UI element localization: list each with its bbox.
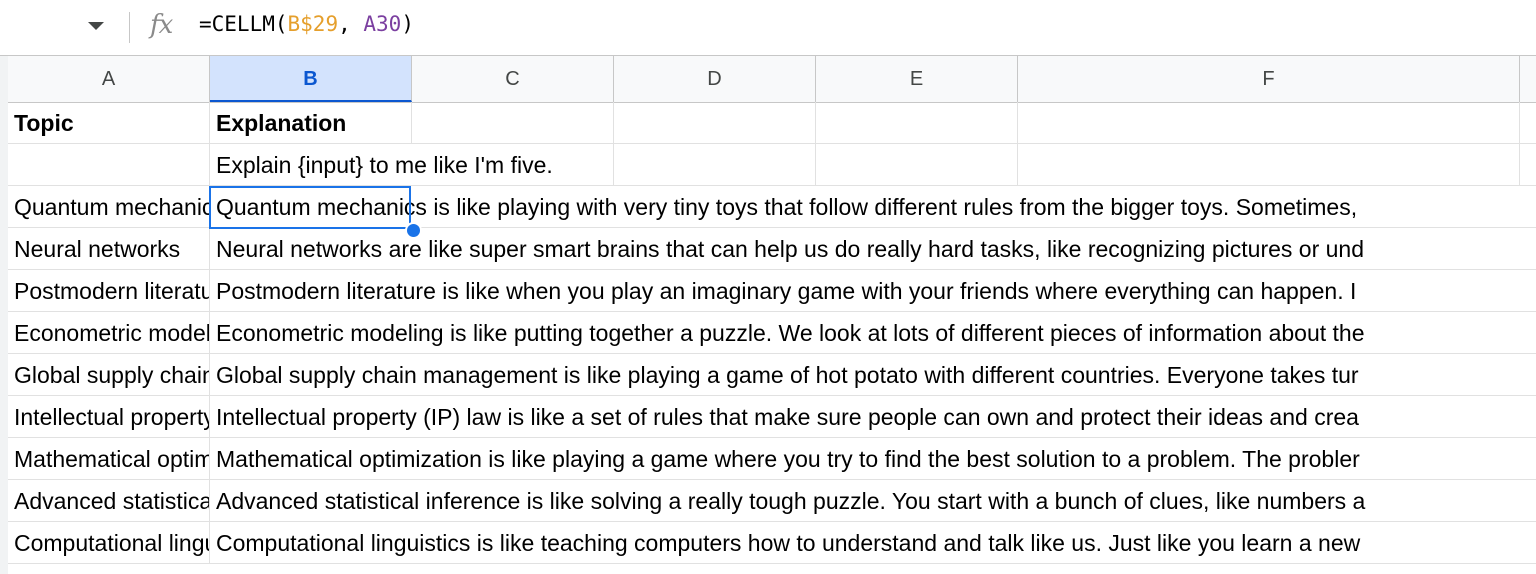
formula-input[interactable]: =CELLM(B$29, A30)	[199, 12, 414, 36]
cell-empty[interactable]	[1018, 102, 1520, 143]
column-header-row: A B C D E F	[8, 56, 1536, 103]
cell-explanation[interactable]: Advanced statistical inference is like s…	[210, 480, 1365, 521]
cell-topic[interactable]: Advanced statistical inference	[8, 480, 210, 521]
formula-suffix: )	[401, 12, 414, 36]
cell-topic[interactable]: Topic	[8, 102, 210, 143]
column-header-b[interactable]: B	[210, 56, 412, 102]
table-row: Intellectual property lawIntellectual pr…	[8, 396, 1536, 438]
cell-topic[interactable]: Global supply chain management	[8, 354, 210, 395]
table-row: Quantum mechanics Quantum mechanics is li…	[8, 186, 1536, 228]
cell-empty[interactable]	[816, 102, 1018, 143]
cell-explanation[interactable]: Computational linguistics is like teachi…	[210, 522, 1360, 563]
cell-explanation[interactable]: Neural networks are like super smart bra…	[210, 228, 1364, 269]
cell-empty[interactable]	[614, 144, 816, 185]
table-row: Advanced statistical inferenceAdvanced s…	[8, 480, 1536, 522]
table-row: Econometric modelingEconometric modeling…	[8, 312, 1536, 354]
spreadsheet-grid[interactable]: A B C D E F Topic Explanation Explain {inp…	[0, 56, 1536, 574]
cell-explanation[interactable]: Mathematical optimization is like playin…	[210, 438, 1360, 479]
formula-bar-divider	[129, 12, 130, 43]
cell-explanation[interactable]: Global supply chain management is like p…	[210, 354, 1359, 395]
cell-explanation[interactable]: Explanation	[210, 102, 412, 143]
formula-prefix: =CELLM(	[199, 12, 288, 36]
cell-topic[interactable]: Computational linguistics	[8, 522, 210, 563]
cell-topic[interactable]	[8, 144, 210, 185]
cell-topic[interactable]: Quantum mechanics	[8, 186, 210, 227]
cell-empty[interactable]	[1018, 144, 1520, 185]
active-row-indicator	[0, 186, 8, 228]
cell-explanation[interactable]: Postmodern literature is like when you p…	[210, 270, 1356, 311]
cell-topic[interactable]: Postmodern literature	[8, 270, 210, 311]
column-header-e[interactable]: E	[816, 56, 1018, 102]
column-header-c[interactable]: C	[412, 56, 614, 102]
formula-bar: fx =CELLM(B$29, A30)	[0, 0, 1536, 56]
cell-topic[interactable]: Neural networks	[8, 228, 210, 269]
cell-empty[interactable]	[614, 102, 816, 143]
table-row: Computational linguisticsComputational l…	[8, 522, 1536, 564]
cell-empty[interactable]	[412, 102, 614, 143]
table-row: Explain {input} to me like I'm five.	[8, 144, 1536, 186]
name-box-dropdown-icon[interactable]	[88, 22, 104, 30]
table-row: Neural networks Neural networks are like …	[8, 228, 1536, 270]
cell-explanation[interactable]: Explain {input} to me like I'm five.	[210, 144, 553, 185]
cell-topic[interactable]: Mathematical optimization	[8, 438, 210, 479]
table-row: Global supply chain managementGlobal sup…	[8, 354, 1536, 396]
formula-ref-b29: B$29	[287, 12, 339, 36]
fill-handle[interactable]	[405, 222, 422, 239]
cell-topic[interactable]: Intellectual property law	[8, 396, 210, 437]
column-header-a[interactable]: A	[8, 56, 210, 102]
table-row: Topic Explanation	[8, 102, 1536, 144]
fx-icon: fx	[150, 10, 173, 40]
column-header-d[interactable]: D	[614, 56, 816, 102]
table-row: Postmodern literaturePostmodern literatu…	[8, 270, 1536, 312]
cell-explanation[interactable]: Econometric modeling is like putting tog…	[210, 312, 1365, 353]
column-header-f[interactable]: F	[1018, 56, 1520, 102]
formula-separator: ,	[338, 12, 364, 36]
cell-topic[interactable]: Econometric modeling	[8, 312, 210, 353]
cell-empty[interactable]	[816, 144, 1018, 185]
cell-explanation[interactable]: Quantum mechanics is like playing with v…	[210, 186, 1357, 227]
table-row: Mathematical optimizationMathematical op…	[8, 438, 1536, 480]
formula-ref-a30: A30	[363, 12, 402, 36]
cell-explanation[interactable]: Intellectual property (IP) law is like a…	[210, 396, 1359, 437]
